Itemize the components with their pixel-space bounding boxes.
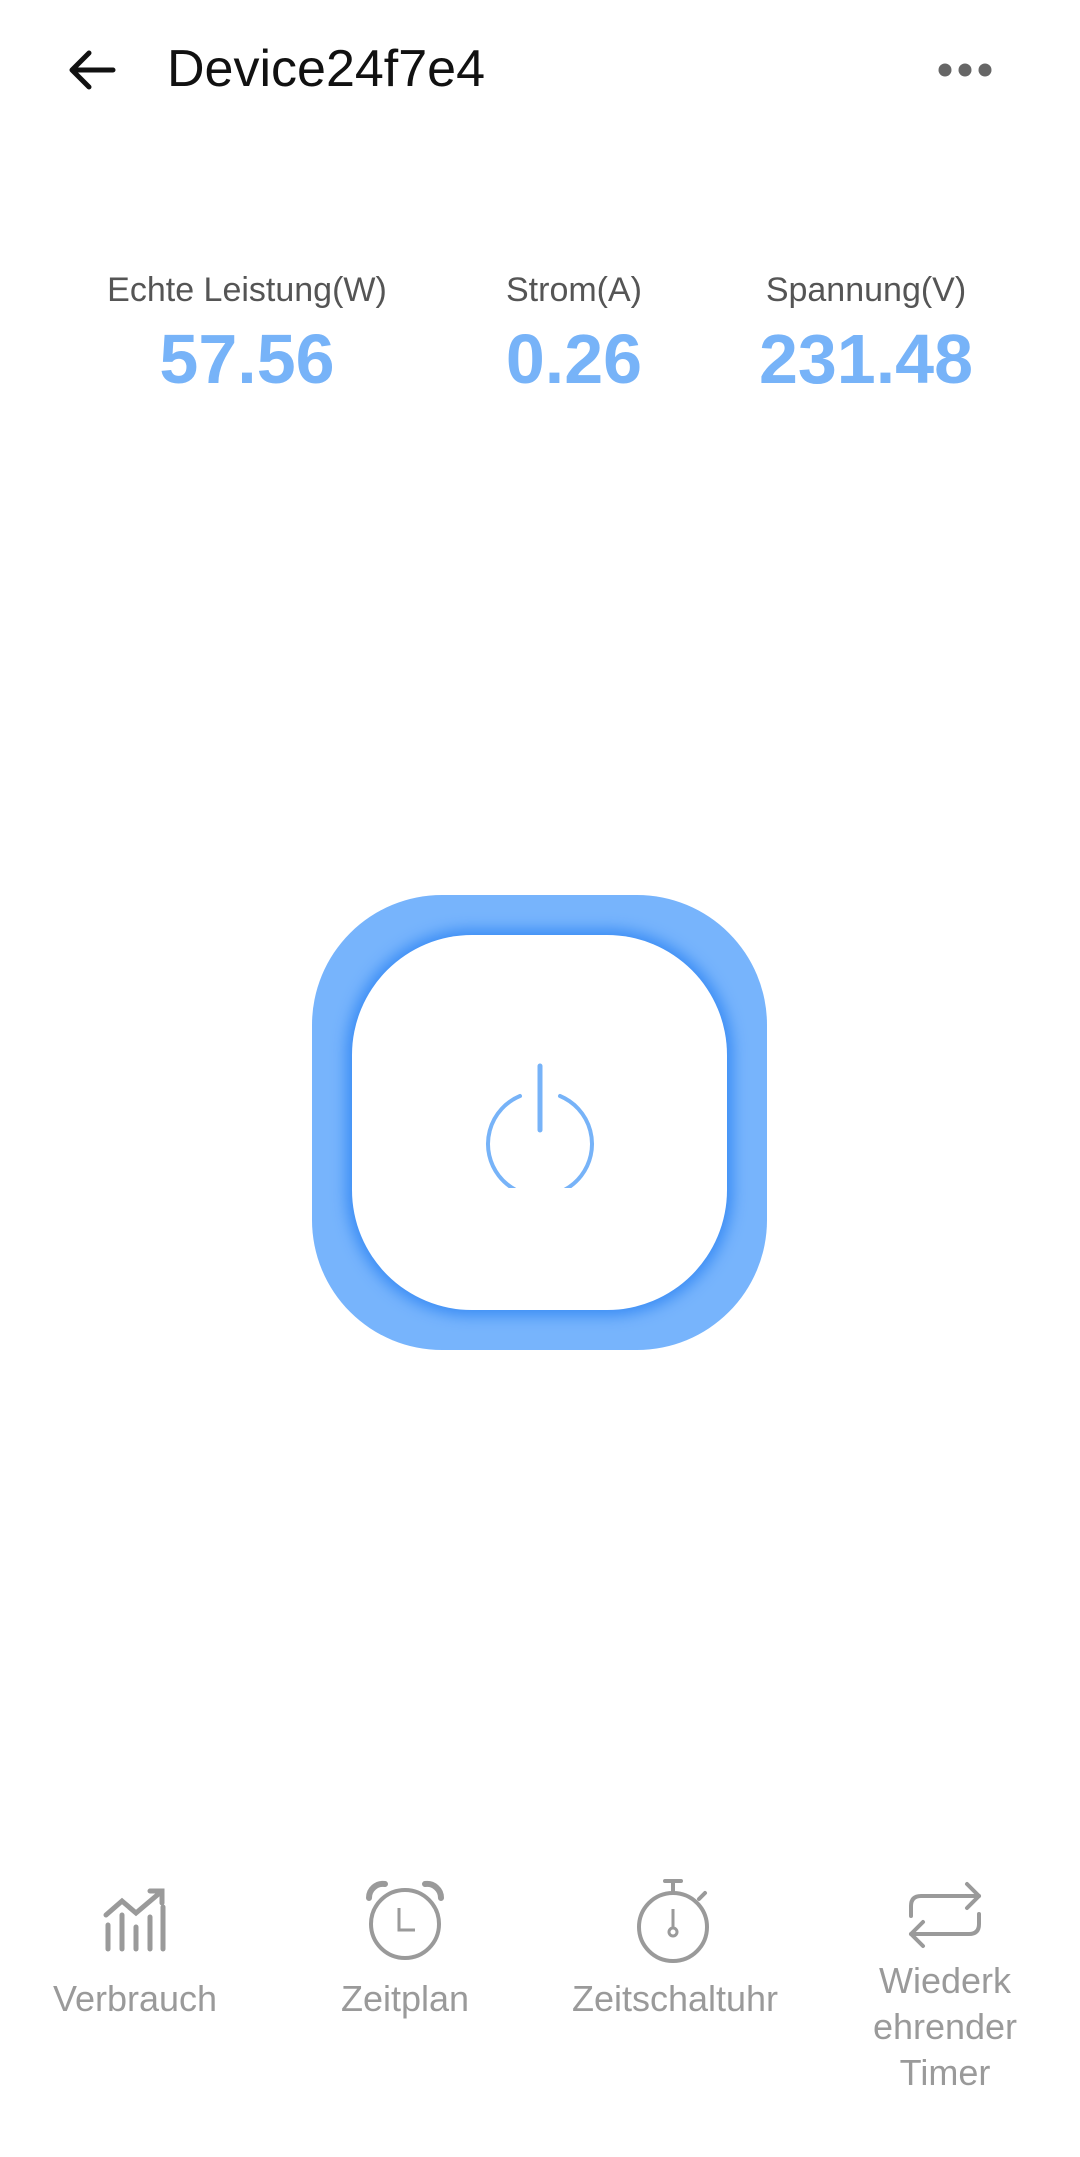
nav-label: Zeitplan bbox=[340, 1978, 470, 2019]
power-toggle-face[interactable] bbox=[352, 935, 727, 1310]
nav-zeitplan[interactable]: Zeitplan bbox=[275, 1870, 535, 2022]
metric-label: Spannung(V) bbox=[765, 271, 967, 309]
nav-label-line: Timer bbox=[899, 2052, 991, 2093]
back-button[interactable] bbox=[52, 30, 132, 110]
power-toggle-button[interactable] bbox=[312, 895, 767, 1350]
more-options-button[interactable] bbox=[920, 30, 1010, 110]
nav-label-line: Wiederk bbox=[878, 1960, 1012, 2001]
nav-label: Verbrauch bbox=[52, 1978, 218, 2019]
arrow-left-icon bbox=[69, 50, 116, 90]
metric-value: 231.48 bbox=[758, 320, 974, 398]
metric-value: 57.56 bbox=[159, 320, 335, 398]
metric-value: 0.26 bbox=[505, 320, 643, 398]
more-horizontal-icon bbox=[938, 63, 992, 77]
metric-voltage: Spannung(V) 231.48 bbox=[726, 268, 1006, 402]
bar-chart-trend-icon bbox=[103, 1888, 166, 1952]
nav-verbrauch[interactable]: Verbrauch bbox=[5, 1870, 265, 2022]
top-app-bar: Device24f7e4 bbox=[0, 0, 1080, 140]
alarm-clock-icon bbox=[365, 1880, 445, 1960]
nav-label-line: ehrender bbox=[872, 2006, 1018, 2047]
metric-label: Strom(A) bbox=[506, 271, 642, 309]
metric-label: Echte Leistung(W) bbox=[107, 271, 387, 309]
power-icon bbox=[485, 1063, 594, 1188]
repeat-icon bbox=[909, 1882, 981, 1948]
stopwatch-icon bbox=[637, 1879, 709, 1963]
nav-zeitschaltuhr[interactable]: Zeitschaltuhr bbox=[545, 1870, 805, 2022]
nav-wiederkehrender-timer[interactable]: Wiederk ehrender Timer bbox=[815, 1875, 1075, 2096]
metric-current: Strom(A) 0.26 bbox=[474, 268, 674, 402]
device-title: Device24f7e4 bbox=[167, 40, 485, 98]
nav-label: Zeitschaltuhr bbox=[571, 1978, 779, 2019]
metric-real-power: Echte Leistung(W) 57.56 bbox=[97, 268, 397, 402]
